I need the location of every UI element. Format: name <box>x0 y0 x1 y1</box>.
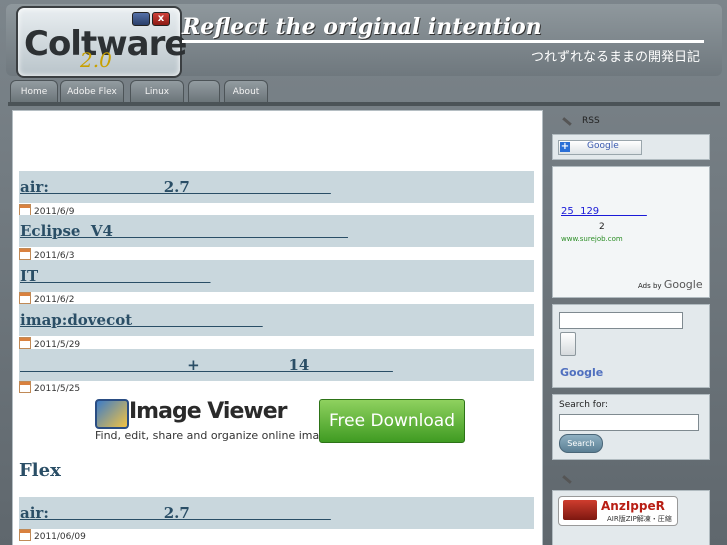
nav-tab-adobe-flex[interactable]: Adobe Flex <box>60 80 124 103</box>
post-title-link[interactable]: air: 2.7 <box>20 178 331 196</box>
google-logo: Google <box>560 366 604 379</box>
logo-version: 2.0 <box>80 48 112 72</box>
post-date-text: 2011/06/09 <box>34 532 86 542</box>
ad-link[interactable]: 25 129 <box>561 206 647 217</box>
post-title-link[interactable]: Eclipse V4 <box>20 222 348 240</box>
calendar-icon <box>19 248 31 260</box>
nav-underline <box>8 102 720 106</box>
post-date-text: 2011/5/25 <box>34 384 81 394</box>
search-button[interactable]: Search <box>559 434 603 453</box>
site-logo[interactable]: x Coltware 2.0 <box>16 6 187 78</box>
title-divider <box>182 40 704 43</box>
ads-by-google[interactable]: Ads by Google <box>638 278 703 291</box>
free-download-button[interactable]: Free Download <box>319 399 465 443</box>
anzipper-logo-icon <box>563 500 597 520</box>
post-date: 2011/06/09 <box>19 529 86 543</box>
post-title-link[interactable]: imap:dovecot <box>20 311 263 329</box>
ad-title: Image Viewer <box>129 399 287 424</box>
site-header: x Coltware 2.0 Reflect the original inte… <box>6 4 722 78</box>
calendar-icon <box>19 292 31 304</box>
ads-by-brand: Google <box>663 278 703 291</box>
nav-tab-blank[interactable] <box>188 80 220 103</box>
pencil-icon <box>562 475 572 484</box>
anzipper-name: AnzIppeR <box>601 499 665 513</box>
image-viewer-ad[interactable]: Image Viewer Find, edit, share and organ… <box>95 397 465 447</box>
calendar-icon <box>19 529 31 541</box>
post-title-link[interactable]: IT <box>20 267 211 285</box>
ad-tagline: Find, edit, share and organize online im… <box>95 429 343 442</box>
site-search-input[interactable] <box>559 414 699 431</box>
site-subtitle: つれずれなるままの開発日記 <box>530 50 700 65</box>
pencil-icon <box>562 117 572 126</box>
page: x Coltware 2.0 Reflect the original inte… <box>0 0 727 545</box>
post-title-link[interactable]: air: 2.7 <box>20 504 331 522</box>
post-title-bar: + 14 <box>19 349 534 381</box>
google-search-input[interactable] <box>559 312 683 329</box>
post-title-bar: IT <box>19 260 534 292</box>
section-heading-flex: Flex <box>19 460 61 481</box>
post-title-bar: imap:dovecot <box>19 304 534 336</box>
plus-icon: + <box>560 141 570 152</box>
post-title-bar: Eclipse V4 <box>19 215 534 247</box>
main-nav: Home Adobe Flex Linux About <box>8 80 720 103</box>
google-search-button[interactable] <box>560 332 576 356</box>
google-add-label: Google <box>587 141 619 151</box>
nav-tab-about[interactable]: About <box>224 80 268 103</box>
ads-by-prefix: Ads by <box>638 282 662 290</box>
rss-heading: RSS <box>582 116 600 126</box>
main-content: air: 2.7 2011/6/9 Eclipse V4 2011/6/3 IT… <box>12 110 543 545</box>
nav-tab-linux[interactable]: Linux <box>130 80 184 103</box>
post-title-link[interactable]: + 14 <box>20 356 393 374</box>
nav-tab-home[interactable]: Home <box>10 80 58 103</box>
calendar-icon <box>19 337 31 349</box>
search-label: Search for: <box>559 400 609 410</box>
anzipper-banner[interactable]: AnzIppeR AIR版ZIP解凍・圧縮 <box>558 496 678 526</box>
add-to-google-button[interactable]: + Google <box>558 140 642 155</box>
post-date: 2011/5/25 <box>19 381 80 395</box>
ad-url[interactable]: www.surejob.com <box>561 235 623 243</box>
ad-number: 2 <box>599 222 605 232</box>
post-title-bar: air: 2.7 <box>19 497 534 529</box>
post-title-bar: air: 2.7 <box>19 171 534 203</box>
calendar-icon <box>19 381 31 393</box>
anzipper-subtitle: AIR版ZIP解凍・圧縮 <box>607 515 672 523</box>
image-viewer-logo-icon <box>95 399 129 429</box>
site-title[interactable]: Reflect the original intention <box>182 14 542 40</box>
